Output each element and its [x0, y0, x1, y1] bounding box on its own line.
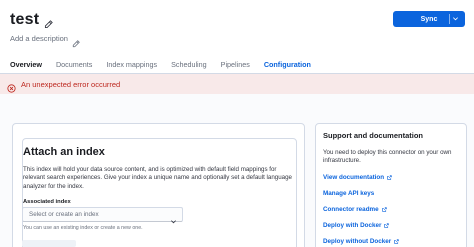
sync-divider: [449, 14, 450, 24]
deploy-with-docker-link[interactable]: Deploy with Docker: [323, 222, 390, 229]
deploy-without-docker-link[interactable]: Deploy without Docker: [323, 238, 399, 245]
error-message: An unexpected error occurred: [21, 79, 121, 89]
link-label[interactable]: Deploy without Docker: [323, 238, 391, 245]
attach-index-title: Attach an index: [23, 146, 105, 158]
external-link-icon: [394, 239, 399, 244]
tab-pipelines[interactable]: Pipelines: [221, 60, 250, 74]
link-label[interactable]: Deploy with Docker: [323, 222, 381, 229]
pencil-icon[interactable]: [72, 35, 80, 47]
associated-index-help: You can use an existing index or create …: [23, 225, 143, 231]
associated-index-label: Associated index: [23, 199, 71, 205]
external-link-icon: [384, 223, 390, 228]
connector-readme-link[interactable]: Connector readme: [323, 206, 387, 213]
sync-button-label[interactable]: Sync: [421, 16, 438, 23]
attach-button-placeholder: [22, 240, 76, 247]
attach-index-description: This index will hold your data source co…: [23, 166, 292, 190]
tab-documents[interactable]: Documents: [56, 60, 92, 74]
add-description[interactable]: Add a description: [10, 34, 80, 47]
chevron-down-icon[interactable]: [170, 212, 177, 224]
link-label[interactable]: Connector readme: [323, 206, 379, 213]
link-label[interactable]: Manage API keys: [323, 190, 374, 197]
sync-button[interactable]: Sync: [393, 11, 465, 27]
external-link-icon: [381, 207, 387, 212]
tab-configuration[interactable]: Configuration: [263, 60, 312, 76]
add-description-label[interactable]: Add a description: [10, 34, 68, 43]
view-documentation-link[interactable]: View documentation: [323, 174, 392, 181]
support-title: Support and documentation: [323, 131, 423, 140]
error-callout: An unexpected error occurred: [0, 74, 474, 94]
external-link-icon: [387, 175, 392, 180]
error-icon: [7, 80, 16, 93]
tab-index-mappings[interactable]: Index mappings: [106, 60, 157, 74]
associated-index-select[interactable]: Select or create an index: [22, 207, 183, 224]
select-placeholder[interactable]: Select or create an index: [29, 211, 99, 218]
link-label[interactable]: View documentation: [323, 174, 384, 181]
pencil-icon[interactable]: [44, 16, 54, 28]
chevron-down-icon[interactable]: [452, 15, 459, 22]
tab-bar: Overview Documents Index mappings Schedu…: [10, 60, 325, 76]
title-row: test: [10, 11, 54, 29]
support-description: You need to deploy this connector on you…: [323, 149, 452, 165]
page-title: test: [10, 11, 40, 28]
manage-api-keys-link[interactable]: Manage API keys: [323, 190, 374, 197]
tab-overview[interactable]: Overview: [10, 60, 42, 74]
tab-scheduling[interactable]: Scheduling: [171, 60, 207, 74]
